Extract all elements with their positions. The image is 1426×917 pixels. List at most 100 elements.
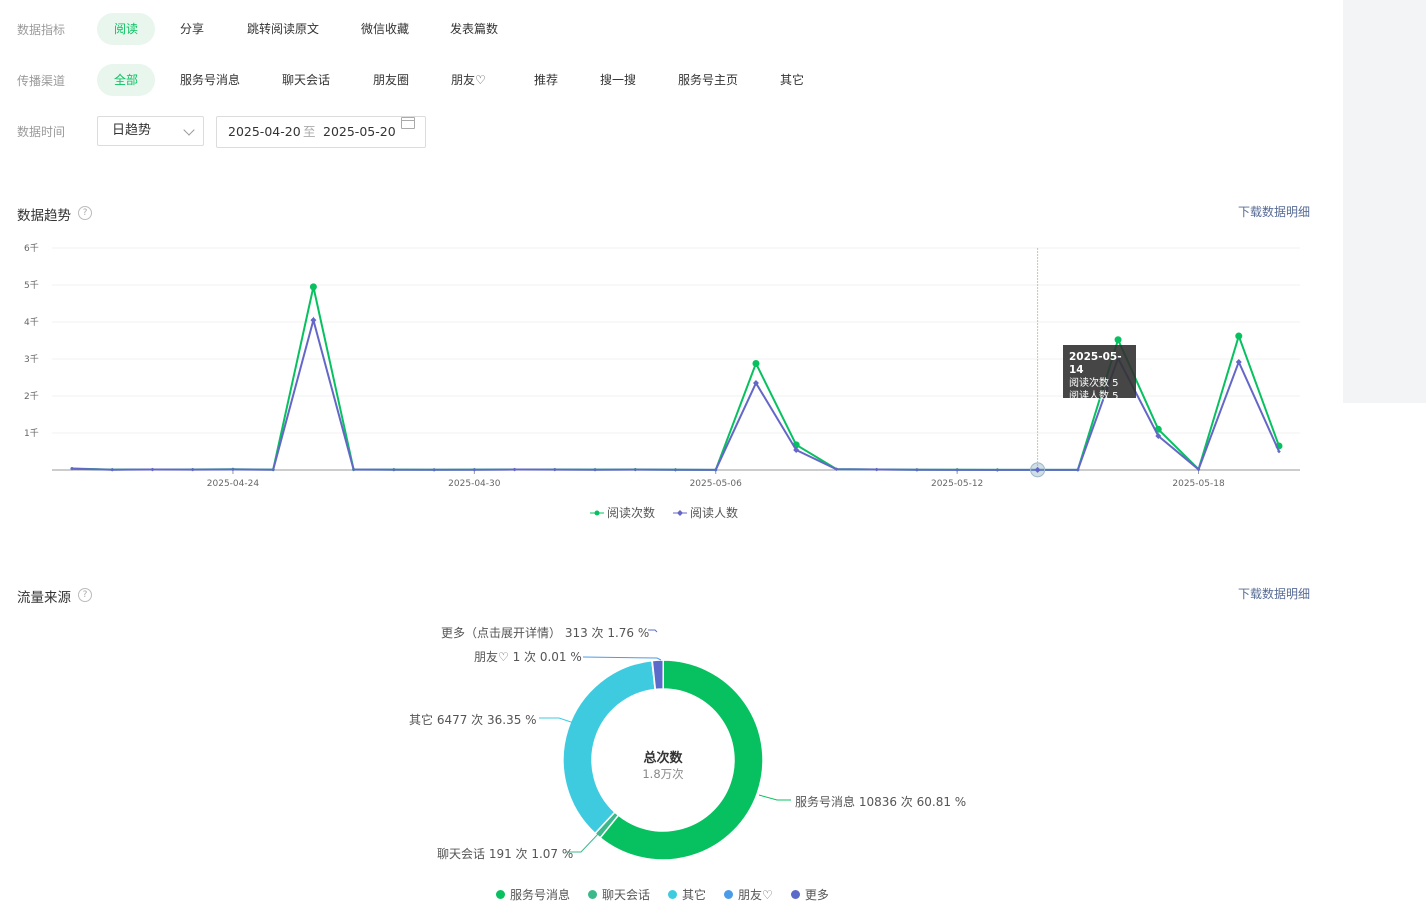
data-point [673,467,678,472]
x-tick-label: 2025-05-06 [690,479,743,489]
date-separator: 至 [303,124,316,139]
metric-option-favorite[interactable]: 微信收藏 [344,13,426,45]
channel-option-service-home[interactable]: 服务号主页 [661,64,755,96]
right-side-panel [1343,0,1426,403]
data-point [190,467,195,472]
legend-marker-green-icon [590,510,604,515]
data-point [995,468,1000,472]
y-tick-label: 5千 [24,280,39,291]
channel-option-chat[interactable]: 聊天会话 [265,64,347,96]
date-start[interactable]: 2025-04-20 [228,117,301,147]
donut-center-title: 总次数 [643,751,683,766]
data-point [1235,332,1243,340]
x-tick-label: 2025-05-18 [1172,479,1225,489]
data-point [231,467,235,472]
legend-label-read-count: 阅读次数 [607,506,656,520]
help-icon[interactable]: ? [78,206,92,220]
x-tick-label: 2025-04-30 [448,479,501,489]
channel-option-all[interactable]: 全部 [97,64,156,96]
trend-legend: 阅读次数 阅读人数 [590,504,756,521]
metric-option-published-count[interactable]: 发表篇数 [433,13,515,45]
data-point [633,467,638,472]
trend-section-title: 数据趋势 [17,208,71,224]
tooltip-read-count: 阅读次数 5 [1069,378,1119,389]
legend-dot-icon [790,890,800,899]
data-point [472,467,477,472]
data-point [553,467,557,472]
x-tick-label: 2025-04-24 [207,479,260,489]
leader-line [648,629,658,633]
chevron-down-icon [183,124,195,136]
traffic-section-title: 流量来源 [17,590,71,606]
channel-option-other[interactable]: 其它 [763,64,821,96]
legend-marker-blue-icon [673,509,688,516]
channel-option-friends[interactable]: 朋友♡ [434,64,503,96]
data-point [432,467,436,472]
pie-label-more[interactable]: 更多（点击展开详情） 313 次 1.76 % [441,624,649,641]
legend-item-read-count[interactable]: 阅读次数 [590,504,655,521]
legend-item-chat[interactable]: 聊天会话 [588,886,650,903]
date-end[interactable]: 2025-05-20 [323,117,396,147]
legend-label-more: 更多 [804,888,829,902]
legend-item-more[interactable]: 更多 [790,886,829,903]
y-tick-label: 4千 [24,317,39,328]
data-point [1235,358,1242,365]
calendar-icon[interactable] [401,117,415,129]
metric-filter-label: 数据指标 [17,23,66,37]
help-icon[interactable]: ? [78,588,92,602]
donut-center-value: 1.8万次 [642,767,684,781]
data-point [752,359,760,367]
legend-label-service: 服务号消息 [510,888,571,902]
metric-option-read[interactable]: 阅读 [97,13,156,45]
legend-dot-icon [724,890,734,899]
granularity-value: 日趋势 [112,123,152,138]
data-point [392,467,396,472]
tooltip-reader-count: 阅读人数 5 [1069,391,1119,402]
channel-option-moments[interactable]: 朋友圈 [356,64,426,96]
traffic-download-link[interactable]: 下载数据明细 [1238,585,1310,602]
channel-option-search[interactable]: 搜一搜 [583,64,653,96]
legend-item-friend[interactable]: 朋友♡ [724,886,773,903]
legend-dot-icon [496,890,505,899]
y-tick-label: 3千 [24,354,39,365]
leader-line [758,794,791,801]
data-point [593,467,597,472]
pie-label-chat: 聊天会话 191 次 1.07 % [437,847,574,861]
legend-dot-icon [668,890,678,899]
channel-option-recommend[interactable]: 推荐 [517,64,575,96]
data-point [874,467,879,472]
metric-option-share[interactable]: 分享 [163,13,221,45]
data-point [150,467,155,472]
legend-label-other: 其它 [682,888,707,902]
legend-item-reader-count[interactable]: 阅读人数 [673,504,738,521]
data-point [955,468,959,472]
time-filter-label: 数据时间 [17,125,66,139]
y-tick-label: 1千 [24,428,39,439]
legend-label-friend: 朋友♡ [738,888,773,902]
traffic-legend: 服务号消息 聊天会话 其它 朋友♡ 更多 [496,886,847,903]
channel-option-service-msg[interactable]: 服务号消息 [163,64,257,96]
data-point [1114,336,1122,344]
y-tick-label: 6千 [24,243,39,254]
chart-tooltip: 2025-05-14 阅读次数 5 阅读人数 5 [1063,345,1136,402]
pie-label-friend: 朋友♡ 1 次 0.01 % [474,650,582,664]
pie-label-other: 其它 6477 次 36.35 % [409,713,537,727]
channel-filter-label: 传播渠道 [17,74,66,88]
legend-item-other[interactable]: 其它 [668,886,706,903]
granularity-select[interactable]: 日趋势 [97,116,204,146]
pie-label-service: 服务号消息 10836 次 60.81 % [795,795,967,809]
legend-label-reader-count: 阅读人数 [690,506,739,520]
legend-dot-icon [588,890,598,899]
x-tick-label: 2025-05-12 [931,479,983,489]
data-point [512,467,517,472]
y-tick-label: 2千 [24,391,39,402]
data-point [110,467,115,472]
metric-option-jump-original[interactable]: 跳转阅读原文 [230,13,336,45]
leader-line [582,656,662,661]
tooltip-date: 2025-05-14 [1069,351,1122,376]
date-range-picker[interactable]: 2025-04-20 至 2025-05-20 [216,116,426,148]
data-point [915,467,919,472]
trend-download-link[interactable]: 下载数据明细 [1238,203,1310,220]
legend-item-service[interactable]: 服务号消息 [496,886,570,903]
legend-label-chat: 聊天会话 [602,888,651,902]
